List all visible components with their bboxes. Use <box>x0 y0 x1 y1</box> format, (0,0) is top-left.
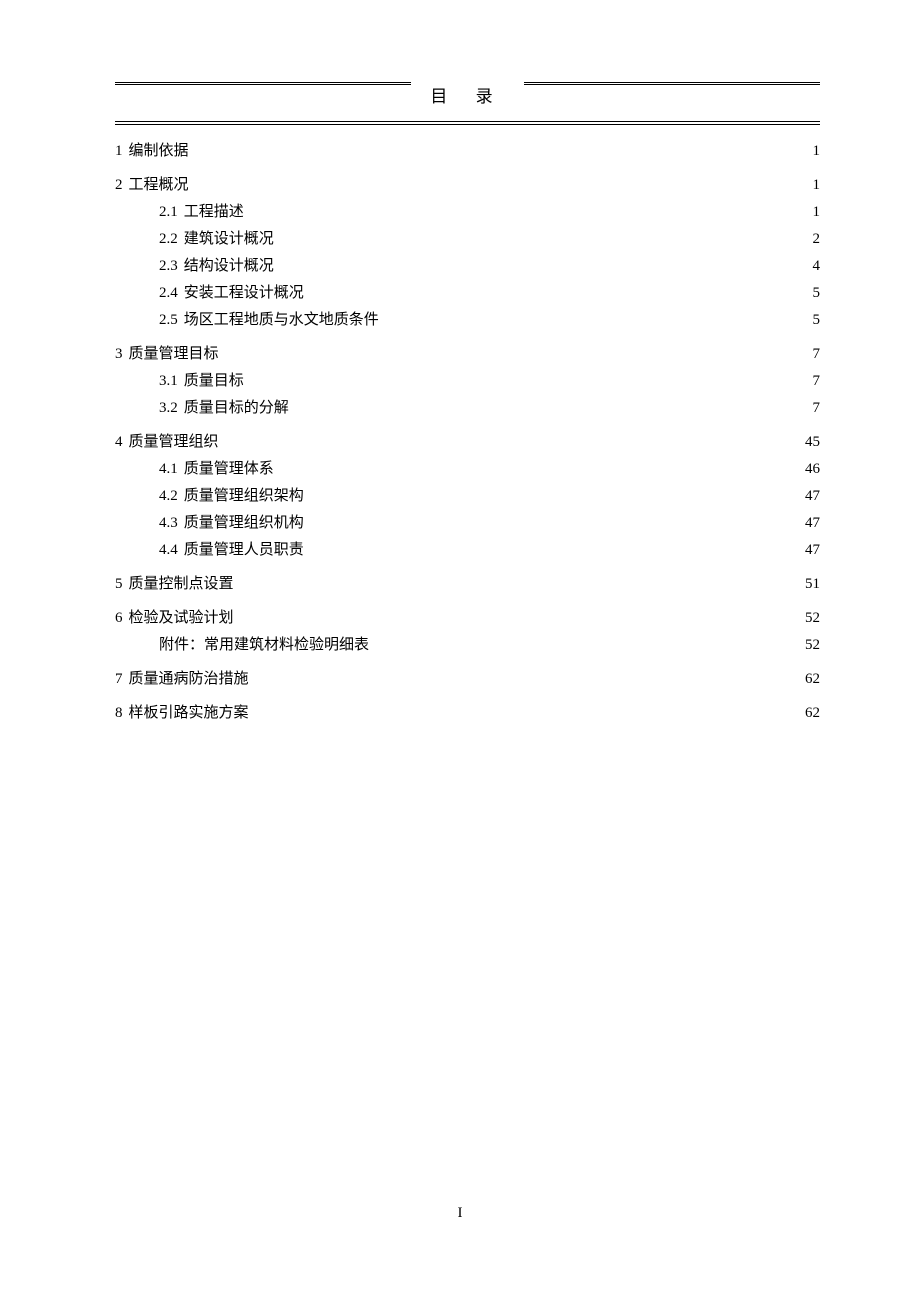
toc-entry-page: 62 <box>805 701 820 725</box>
toc-entry-label: 样板引路实施方案 <box>129 701 249 725</box>
toc-entry-page: 7 <box>813 396 821 420</box>
toc-entry-number: 2.2 <box>159 227 178 251</box>
toc-entry-label: 质量管理体系 <box>184 457 274 481</box>
page-number: I <box>0 1205 920 1222</box>
toc-entry-number: 2.4 <box>159 281 178 305</box>
toc-entry-page: 47 <box>805 538 820 562</box>
toc-entry: 2.4 安装工程设计概况 5 <box>115 281 820 305</box>
toc-entry: 8样板引路实施方案 62 <box>115 701 820 725</box>
toc-entry-number: 3.2 <box>159 396 178 420</box>
toc-entry: 4.2 质量管理组织架构 47 <box>115 484 820 508</box>
toc-entry-page: 7 <box>813 369 821 393</box>
toc-entry: 6检验及试验计划 52 <box>115 606 820 630</box>
toc-entry-number: 4.2 <box>159 484 178 508</box>
toc-entry-page: 47 <box>805 511 820 535</box>
toc-entry: 4质量管理组织 45 <box>115 430 820 454</box>
toc-entry-label: 质量目标的分解 <box>184 396 289 420</box>
toc-entry: 3质量管理目标 7 <box>115 342 820 366</box>
toc-entry: 7质量通病防治措施 62 <box>115 667 820 691</box>
toc-entry-label: 结构设计概况 <box>184 254 274 278</box>
toc-entry: 4.1 质量管理体系 46 <box>115 457 820 481</box>
toc-entry-number: 3 <box>115 342 123 366</box>
toc-entry-number: 6 <box>115 606 123 630</box>
toc-entry: 5质量控制点设置 51 <box>115 572 820 596</box>
toc-entry-label: 工程概况 <box>129 173 189 197</box>
toc-entry-number: 4.4 <box>159 538 178 562</box>
toc-title: 目 录 <box>422 82 512 107</box>
toc-entry-page: 1 <box>813 139 821 163</box>
toc-entry-page: 47 <box>805 484 820 508</box>
toc-entry-number: 2.5 <box>159 308 178 332</box>
toc-entry: 附件：常用建筑材料检验明细表 52 <box>115 633 820 657</box>
toc-entry: 3.1 质量目标 7 <box>115 369 820 393</box>
toc-entry-label: 质量管理人员职责 <box>184 538 304 562</box>
toc-entry: 2工程概况 1 <box>115 173 820 197</box>
toc-entry-label: 质量目标 <box>184 369 244 393</box>
toc-entry-number: 4 <box>115 430 123 454</box>
toc-entry: 1编制依据1 <box>115 139 820 163</box>
toc-entry-number: 7 <box>115 667 123 691</box>
toc-entry-label: 质量管理目标 <box>129 342 219 366</box>
toc-entry-label: 质量通病防治措施 <box>129 667 249 691</box>
toc-entry-number: 2.1 <box>159 200 178 224</box>
toc-entry-label: 质量管理组织 <box>129 430 219 454</box>
toc-entry-label: 编制依据 <box>129 139 189 163</box>
toc-entry: 2.1 工程描述 1 <box>115 200 820 224</box>
toc-entry-page: 52 <box>805 633 820 657</box>
toc-entry-page: 1 <box>813 173 821 197</box>
document-page: 目 录 1编制依据12工程概况12.1工程描述12.2建筑设计概况22.3结构设… <box>0 0 920 768</box>
toc-entry-label: 场区工程地质与水文地质条件 <box>184 308 379 332</box>
toc-entry-label: 质量控制点设置 <box>129 572 234 596</box>
toc-entry-label: 工程描述 <box>184 200 244 224</box>
toc-entry-page: 52 <box>805 606 820 630</box>
toc-entry-page: 1 <box>813 200 821 224</box>
toc-entry-page: 46 <box>805 457 820 481</box>
toc-entry-page: 4 <box>813 254 821 278</box>
toc-entry-page: 5 <box>813 308 821 332</box>
toc-entry-page: 7 <box>813 342 821 366</box>
toc-entry-number: 4.1 <box>159 457 178 481</box>
toc-entry-page: 2 <box>813 227 821 251</box>
toc-entry-page: 45 <box>805 430 820 454</box>
toc-entry-label: 质量管理组织架构 <box>184 484 304 508</box>
toc-entry-label: 建筑设计概况 <box>184 227 274 251</box>
toc-entry-page: 5 <box>813 281 821 305</box>
toc-entry-number: 2 <box>115 173 123 197</box>
toc-entry-number: 2.3 <box>159 254 178 278</box>
title-section: 目 录 <box>115 82 820 107</box>
toc-entry-number: 5 <box>115 572 123 596</box>
toc-entry-number: 8 <box>115 701 123 725</box>
toc-entry-label: 检验及试验计划 <box>129 606 234 630</box>
toc-entry-label: 安装工程设计概况 <box>184 281 304 305</box>
toc-entry: 4.4 质量管理人员职责 47 <box>115 538 820 562</box>
toc-entry-number: 1 <box>115 139 123 163</box>
toc-entry: 3.2 质量目标的分解 7 <box>115 396 820 420</box>
toc-entry: 2.5 场区工程地质与水文地质条件 5 <box>115 308 820 332</box>
toc-entry: 2.2 建筑设计概况 2 <box>115 227 820 251</box>
toc-entry-page: 51 <box>805 572 820 596</box>
toc-entry-number: 4.3 <box>159 511 178 535</box>
table-of-contents: 1编制依据12工程概况12.1工程描述12.2建筑设计概况22.3结构设计概况4… <box>115 139 820 725</box>
toc-entry-page: 62 <box>805 667 820 691</box>
title-full-underline <box>115 121 820 125</box>
toc-entry-label: 附件：常用建筑材料检验明细表 <box>159 633 369 657</box>
toc-entry-label: 质量管理组织机构 <box>184 511 304 535</box>
toc-entry-number: 3.1 <box>159 369 178 393</box>
toc-entry: 2.3 结构设计概况 4 <box>115 254 820 278</box>
toc-entry: 4.3 质量管理组织机构 47 <box>115 511 820 535</box>
